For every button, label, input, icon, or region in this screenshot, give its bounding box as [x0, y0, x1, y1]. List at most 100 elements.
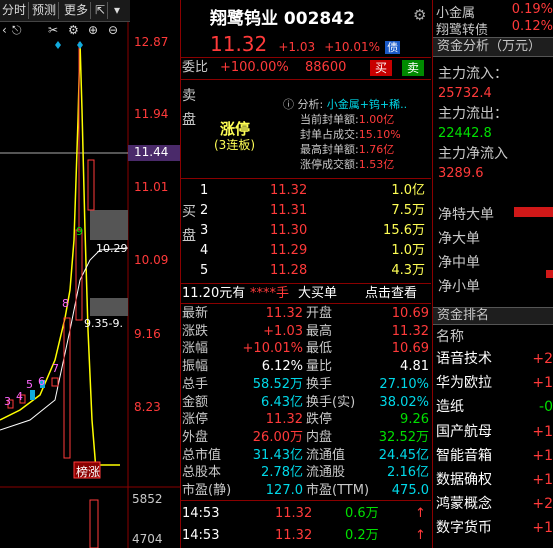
stat-value: 10.69 — [391, 341, 429, 357]
stat-key: 流通股 — [306, 465, 346, 481]
y-tick: 11.01 — [134, 180, 169, 194]
stat-value: 127.0 — [265, 483, 303, 498]
stat-key: 外盘 — [182, 429, 209, 445]
price-line — [0, 41, 120, 472]
bar-label: 净中单 — [438, 255, 480, 271]
sector-item[interactable]: 翔鹭转债 0.12% — [436, 19, 553, 38]
gap-zone-2 — [90, 298, 128, 316]
rank-item-value: +1 — [532, 375, 553, 392]
candle — [75, 229, 83, 321]
price-line-row: 11.32 +1.03 +10.01% 债 — [210, 32, 401, 56]
board-tag: 榜涨 — [76, 465, 101, 479]
rank-item-name: 华为欧拉 — [436, 375, 492, 392]
annotation-range: 9.35-9. — [84, 317, 123, 330]
bar-label: 净大单 — [438, 231, 480, 247]
rank-item-name: 智能音箱 — [436, 447, 492, 464]
rank-item-value: +1 — [532, 423, 553, 440]
stat-key: 换手 — [306, 376, 333, 392]
stat-key: 跌停 — [306, 412, 333, 428]
rank-item-name: 国产航母 — [436, 423, 492, 440]
stock-name: 翔鹭钨业 — [210, 9, 278, 29]
wave-mark: 4 — [16, 390, 23, 403]
vol-tick: 4704 — [132, 532, 163, 546]
analysis-row[interactable]: ⓘ 分析: 小金属+钨+稀.. — [283, 96, 407, 112]
rank-item[interactable]: 数据确权 +1 — [432, 469, 553, 493]
stat-key: 最高 — [306, 323, 333, 339]
weibi-label: 委比 — [182, 60, 209, 75]
stat-row: 金额 6.43亿 换手(实) 38.02% — [180, 394, 431, 411]
stat-value: 38.02% — [379, 394, 429, 410]
stat-key: 涨幅 — [182, 341, 209, 357]
stat-key: 涨跌 — [182, 323, 209, 339]
rank-col-name: 名称 — [436, 329, 464, 345]
weibi-vol: 88600 — [305, 60, 347, 75]
weibi-pct: +100.00% — [220, 60, 289, 75]
stat-value: 11.32 — [391, 323, 429, 339]
rank-item[interactable]: 智能音箱 +1 — [432, 445, 553, 469]
y-tick: 8.23 — [134, 400, 161, 414]
settings-gear-icon[interactable]: ⚙ — [413, 6, 426, 24]
limit-stat-row: 最高封单额:1.76亿 — [300, 143, 395, 156]
view-link[interactable]: 点击查看 — [365, 284, 417, 303]
rank-item[interactable]: 国产航母 +1 — [432, 421, 553, 445]
bid-row[interactable]: 3 11.30 15.6万 — [180, 220, 431, 242]
rank-item[interactable]: 华为欧拉 +1 — [432, 372, 553, 396]
stat-key: 振幅 — [182, 359, 209, 375]
y-tick: 12.87 — [134, 35, 169, 49]
sell-button[interactable]: 卖 — [402, 60, 424, 76]
candle — [30, 390, 35, 400]
inflow-value: 25732.4 — [438, 86, 492, 101]
stat-key: 流通值 — [306, 447, 346, 463]
limit-stat-row: 涨停成交额:1.53亿 — [300, 158, 395, 171]
net-value: 3289.6 — [438, 166, 484, 181]
buy-button[interactable]: 买 — [370, 60, 392, 76]
price-change: +1.03 — [278, 40, 316, 54]
analysis-value[interactable]: 小金属+钨+稀.. — [327, 98, 407, 111]
rank-item-value: +2 — [532, 351, 553, 367]
wave-mark: 9 — [76, 225, 83, 238]
bid-row[interactable]: 4 11.29 1.0万 — [180, 240, 431, 262]
rank-item[interactable]: 数字货币 +1 — [432, 517, 553, 541]
stat-value: 11.32 — [265, 412, 303, 428]
stat-key: 最新 — [182, 306, 209, 321]
bid-row[interactable]: 1 11.32 1.0亿 — [180, 180, 431, 202]
big-order-row: 11.20元有 ****手 大买单 点击查看 — [180, 284, 431, 303]
stat-value: 58.52万 — [252, 376, 303, 392]
limit-stat-row: 封单占成交:15.10% — [300, 128, 401, 141]
rank-item-value: +1 — [532, 472, 553, 488]
rank-item[interactable]: 语音技术 +2 — [432, 348, 553, 372]
stat-value: 10.69 — [391, 306, 429, 321]
bid-row[interactable]: 2 11.31 7.5万 — [180, 200, 431, 222]
stat-value: 6.43亿 — [261, 394, 303, 410]
outflow-label: 主力流出： — [438, 106, 508, 122]
stat-row: 市盈(静) 127.0 市盈(TTM) 475.0 — [180, 482, 431, 499]
stat-value: 475.0 — [391, 483, 429, 498]
stat-key: 市盈(静) — [182, 483, 232, 498]
limit-stat-row: 当前封单额:1.00亿 — [300, 113, 395, 126]
stat-value: 32.52万 — [378, 429, 429, 445]
stat-value: 4.81 — [400, 359, 429, 375]
candle — [51, 377, 59, 387]
stat-key: 金额 — [182, 394, 209, 410]
stock-code: 002842 — [283, 9, 355, 29]
fund-flow: 主力流入： 25732.4 主力流出： 22442.8 主力净流入 3289.6 — [438, 64, 508, 184]
volume-bar — [89, 499, 99, 548]
stat-row: 总市值 31.43亿 流通值 24.45亿 — [180, 447, 431, 464]
sector-item[interactable]: 小金属 0.19% — [436, 2, 553, 21]
stat-key: 总市值 — [182, 447, 222, 463]
stat-value: 31.43亿 — [252, 447, 303, 463]
stat-row: 外盘 26.00万 内盘 32.52万 — [180, 429, 431, 446]
annotation-price: 10.29 — [96, 242, 128, 255]
stock-title: 翔鹭钨业 002842 — [210, 4, 355, 29]
stat-key: 量比 — [306, 359, 333, 375]
bond-badge[interactable]: 债 — [385, 41, 401, 54]
stat-value: 9.26 — [400, 412, 429, 428]
outflow-value: 22442.8 — [438, 126, 492, 141]
big-order-label: 大买单 — [298, 286, 338, 301]
bid-row[interactable]: 5 11.28 4.3万 — [180, 260, 431, 282]
stat-value: +1.03 — [263, 323, 303, 339]
rank-item[interactable]: 鸿蒙概念 +2 — [432, 493, 553, 517]
intraday-chart[interactable]: 分时 预测 更多 ⇱ ▾ ‹ ⎋ ✂ ⚙ ⊕ ⊖ 12.87 11.94 11.… — [0, 0, 180, 548]
rank-item[interactable]: 造纸 -0 — [432, 396, 553, 420]
bar-label: 净特大单 — [438, 207, 494, 223]
